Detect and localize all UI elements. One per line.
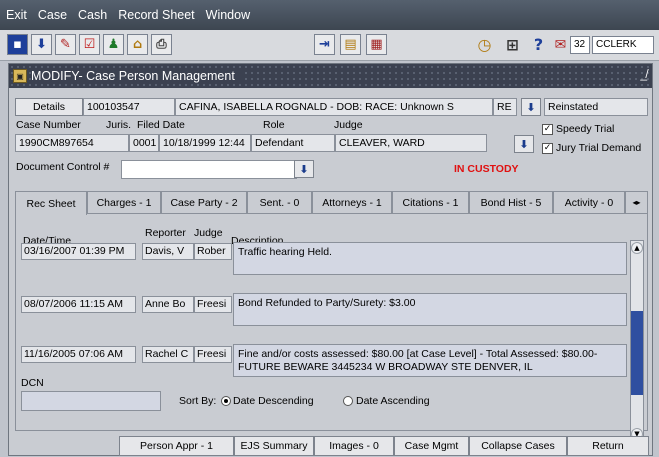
record-datetime: 11/16/2005 07:06 AM	[21, 346, 136, 363]
calculator-icon[interactable]: ▦	[366, 34, 387, 55]
document-control-input[interactable]	[121, 160, 297, 179]
tab-citations[interactable]: Citations - 1	[392, 191, 469, 213]
toolbar: ▪ ⬇ ✎ ☑ ♟ ⌂ ⎙ ⇥ ▤ ▦ ◷ ⊞ ? ✉ 32 CCLERK	[0, 30, 659, 61]
record-description: Fine and/or costs assessed: $80.00 [at C…	[233, 344, 627, 377]
checklist-icon[interactable]: ☑	[79, 34, 100, 55]
window-app-icon: ▣	[13, 69, 27, 83]
record-description: Bond Refunded to Party/Surety: $3.00	[233, 293, 627, 326]
tab-rec-sheet[interactable]: Rec Sheet	[15, 191, 87, 215]
record-datetime: 03/16/2007 01:39 PM	[21, 243, 136, 260]
edit-icon[interactable]: ✎	[55, 34, 76, 55]
speedy-trial-checkbox[interactable]: ✓	[542, 124, 553, 135]
tab-activity[interactable]: Activity - 0	[553, 191, 625, 213]
menu-window[interactable]: Window	[206, 8, 250, 22]
menu-record-sheet[interactable]: Record Sheet	[118, 8, 194, 22]
tab-scroll-arrows-icon[interactable]: ◂▸	[625, 191, 648, 213]
case-person-id-field: 100103547	[83, 98, 175, 116]
status-text-field: Reinstated	[544, 98, 648, 116]
filed-date-label: Filed Date	[137, 119, 185, 131]
sort-by-label: Sort By:	[179, 395, 217, 407]
sort-desc-label: Date Descending	[233, 395, 314, 407]
record-reporter: Rachel C	[142, 346, 194, 363]
count-field: 32	[570, 36, 590, 54]
col-judge-header: Judge	[194, 227, 223, 239]
user-field: CCLERK	[592, 36, 654, 54]
col-reporter-header: Reporter	[145, 227, 186, 239]
record-reporter: Anne Bo	[142, 296, 194, 313]
clock-icon[interactable]: ◷	[474, 34, 495, 55]
scroll-up-icon[interactable]: ▲	[631, 242, 643, 254]
custody-status: IN CUSTODY	[454, 163, 519, 175]
tab-attorneys[interactable]: Attorneys - 1	[312, 191, 392, 213]
judge-label: Judge	[334, 119, 363, 131]
juris-label: Juris.	[106, 119, 132, 131]
network-icon[interactable]: ⊞	[502, 34, 523, 55]
record-judge: Freesi	[194, 296, 232, 313]
record-description: Traffic hearing Held.	[233, 242, 627, 275]
person-info-field: CAFINA, ISABELLA ROGNALD - DOB: RACE: Un…	[175, 98, 493, 116]
move-icon[interactable]: ⇥	[314, 34, 335, 55]
menu-bar: Exit Case Cash Record Sheet Window	[0, 0, 659, 30]
minimize-icon[interactable]: _̸	[640, 67, 647, 81]
save-icon[interactable]: ▪	[7, 34, 28, 55]
stamp-icon[interactable]: ✉	[550, 34, 571, 55]
sort-asc-radio[interactable]	[343, 396, 353, 406]
images-button[interactable]: Images - 0	[314, 436, 394, 456]
case-number-field: 1990CM897654	[15, 134, 129, 152]
window-title: MODIFY- Case Person Management	[31, 69, 241, 83]
tab-charges[interactable]: Charges - 1	[87, 191, 161, 213]
case-person-window: ▣ MODIFY- Case Person Management _̸ Deta…	[8, 63, 653, 456]
tab-bond-history[interactable]: Bond Hist - 5	[469, 191, 553, 213]
person-icon[interactable]: ♟	[103, 34, 124, 55]
sort-desc-radio[interactable]	[221, 396, 231, 406]
tab-case-party[interactable]: Case Party - 2	[161, 191, 247, 213]
jury-trial-checkbox[interactable]: ✓	[542, 143, 553, 154]
role-field: Defendant	[251, 134, 335, 152]
record-datetime: 08/07/2006 11:15 AM	[21, 296, 136, 313]
speedy-trial-label: Speedy Trial	[556, 123, 615, 135]
menu-case[interactable]: Case	[38, 8, 67, 22]
ejs-summary-button[interactable]: EJS Summary	[234, 436, 314, 456]
records-scrollbar[interactable]: ▲ ▼	[630, 240, 644, 442]
record-judge: Freesi	[194, 346, 232, 363]
collapse-cases-button[interactable]: Collapse Cases	[469, 436, 567, 456]
case-mgmt-button[interactable]: Case Mgmt	[394, 436, 469, 456]
document-icon[interactable]: ▤	[340, 34, 361, 55]
document-control-label: Document Control #	[16, 161, 110, 173]
dcn-field[interactable]	[21, 391, 161, 411]
filed-date-field: 10/18/1999 12:44	[159, 134, 251, 152]
bottom-button-bar: Person Appr - 1 EJS Summary Images - 0 C…	[9, 436, 652, 456]
menu-cash[interactable]: Cash	[78, 8, 107, 22]
role-label: Role	[263, 119, 285, 131]
case-number-label: Case Number	[16, 119, 81, 131]
return-button[interactable]: Return	[567, 436, 649, 456]
sort-asc-label: Date Ascending	[356, 395, 430, 407]
tab-sentence[interactable]: Sent. - 0	[247, 191, 312, 213]
download-icon[interactable]: ⬇	[31, 34, 52, 55]
status-code-field: RE	[493, 98, 517, 116]
menu-exit[interactable]: Exit	[6, 8, 27, 22]
record-judge: Rober	[194, 243, 232, 260]
judge-field: CLEAVER, WARD	[335, 134, 487, 152]
details-button[interactable]: Details	[15, 98, 83, 116]
status-lookup-button[interactable]: ⬇	[521, 98, 541, 116]
juris-field: 0001	[129, 134, 159, 152]
person-appr-button[interactable]: Person Appr - 1	[119, 436, 234, 456]
home-icon[interactable]: ⌂	[127, 34, 148, 55]
judge-lookup-button[interactable]: ⬇	[514, 135, 534, 153]
print-icon[interactable]: ⎙	[151, 34, 172, 55]
scroll-thumb[interactable]	[631, 311, 643, 395]
window-titlebar: ▣ MODIFY- Case Person Management _̸	[9, 64, 652, 88]
jury-trial-label: Jury Trial Demand	[556, 142, 642, 154]
help-icon[interactable]: ?	[528, 34, 549, 55]
document-control-lookup-button[interactable]: ⬇	[294, 160, 314, 178]
record-reporter: Davis, V	[142, 243, 194, 260]
dcn-label: DCN	[21, 377, 44, 389]
